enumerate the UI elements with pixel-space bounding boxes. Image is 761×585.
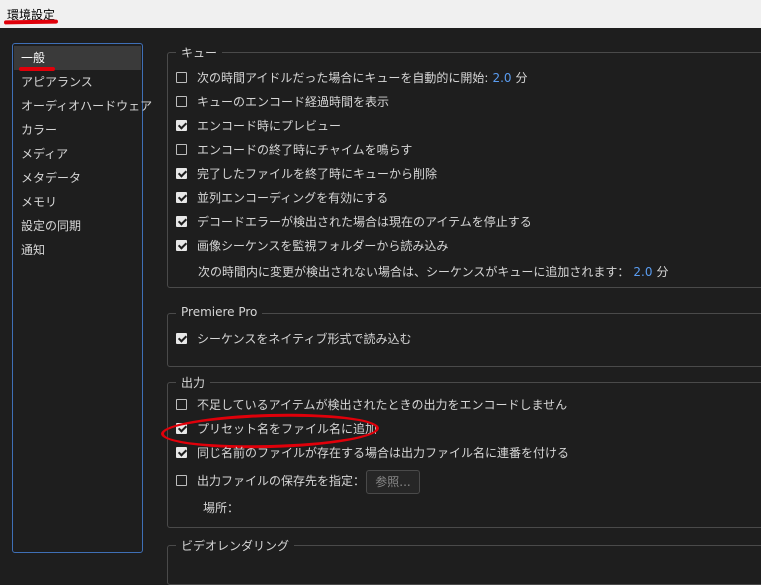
show-elapsed-time-label: キューのエンコード経過時間を表示 [197, 95, 390, 109]
stop-on-decode-error-label: デコードエラーが検出された場合は現在のアイテムを停止する [197, 215, 532, 229]
native-sequence-label: シーケンスをネイティブ形式で読み込む [197, 332, 412, 346]
sidebar-item-general[interactable]: 一般 [14, 46, 141, 71]
queue-group-title: キュー [176, 44, 223, 61]
sequence-minutes-value[interactable]: 2.0 [633, 265, 652, 279]
sidebar-item-audio-hardware[interactable]: オーディオハードウェア [14, 94, 152, 118]
auto-start-queue-label: 次の時間アイドルだった場合にキューを自動的に開始: [197, 71, 489, 85]
remove-completed-label: 完了したファイルを終了時にキューから削除 [197, 167, 438, 181]
sidebar-item-color[interactable]: カラー [14, 118, 141, 142]
premiere-group-title: Premiere Pro [176, 305, 263, 319]
sidebar: 一般 アピアランス オーディオハードウェア カラー メディア メタデータ メモリ… [12, 43, 152, 553]
sidebar-item-appearance[interactable]: アピアランス [14, 70, 141, 94]
sequence-note: 次の時間内に変更が検出されない場合は、シーケンスがキューに追加されます： 2.0 分 [198, 261, 669, 283]
location-label: 場所： [203, 501, 240, 515]
checkbox[interactable] [176, 399, 187, 410]
chime-on-complete-label: エンコードの終了時にチャイムを鳴らす [197, 143, 413, 157]
auto-start-unit: 分 [515, 71, 528, 85]
output-group-title: 出力 [176, 374, 211, 391]
import-image-sequences-label: 画像シーケンスを監視フォルダーから読み込み [197, 239, 449, 253]
sidebar-item-label: 通知 [21, 243, 46, 257]
sidebar-item-label: 一般 [21, 51, 46, 65]
sidebar-item-label: オーディオハードウェア [21, 99, 153, 113]
title-bar: 環境設定 [0, 0, 761, 28]
sidebar-item-label: メモリ [21, 195, 58, 209]
specify-output-location-label: 出力ファイルの保存先を指定： [197, 474, 366, 488]
checkbox[interactable] [176, 168, 187, 179]
sidebar-item-label: カラー [21, 123, 58, 137]
sidebar-item-metadata[interactable]: メタデータ [14, 166, 141, 190]
sidebar-item-sync-settings[interactable]: 設定の同期 [14, 214, 141, 238]
checkbox[interactable] [176, 240, 187, 251]
sidebar-item-label: メタデータ [21, 171, 82, 185]
video-rendering-group-title: ビデオレンダリング [176, 537, 295, 554]
browse-button[interactable]: 参照... [366, 470, 420, 494]
annotation-underline-title [3, 19, 59, 25]
checkbox[interactable] [176, 333, 187, 344]
skip-missing-items-label: 不足しているアイテムが検出されたときの出力をエンコードしません [197, 398, 568, 412]
increment-filename-label: 同じ名前のファイルが存在する場合は出力ファイル名に連番を付ける [197, 446, 570, 460]
sequence-note-unit: 分 [656, 265, 669, 279]
checkbox[interactable] [176, 447, 187, 458]
sidebar-item-label: アピアランス [21, 75, 93, 89]
sidebar-item-label: メディア [21, 147, 69, 161]
sidebar-item-notifications[interactable]: 通知 [14, 238, 141, 262]
auto-start-minutes-value[interactable]: 2.0 [492, 71, 511, 85]
sidebar-item-label: 設定の同期 [21, 219, 82, 233]
checkbox[interactable] [176, 144, 187, 155]
checkbox[interactable] [176, 72, 187, 83]
sequence-note-label: 次の時間内に変更が検出されない場合は、シーケンスがキューに追加されます： [198, 265, 630, 279]
preview-while-encoding-label: エンコード時にプレビュー [197, 119, 342, 133]
checkbox[interactable] [176, 475, 187, 486]
sidebar-item-memory[interactable]: メモリ [14, 190, 141, 214]
parallel-encoding-label: 並列エンコーディングを有効にする [197, 191, 389, 205]
checkbox[interactable] [176, 192, 187, 203]
sidebar-item-media[interactable]: メディア [14, 142, 141, 166]
checkbox[interactable] [176, 216, 187, 227]
checkbox[interactable] [176, 120, 187, 131]
video-rendering-group: ビデオレンダリング [167, 537, 761, 585]
checkbox[interactable] [176, 96, 187, 107]
